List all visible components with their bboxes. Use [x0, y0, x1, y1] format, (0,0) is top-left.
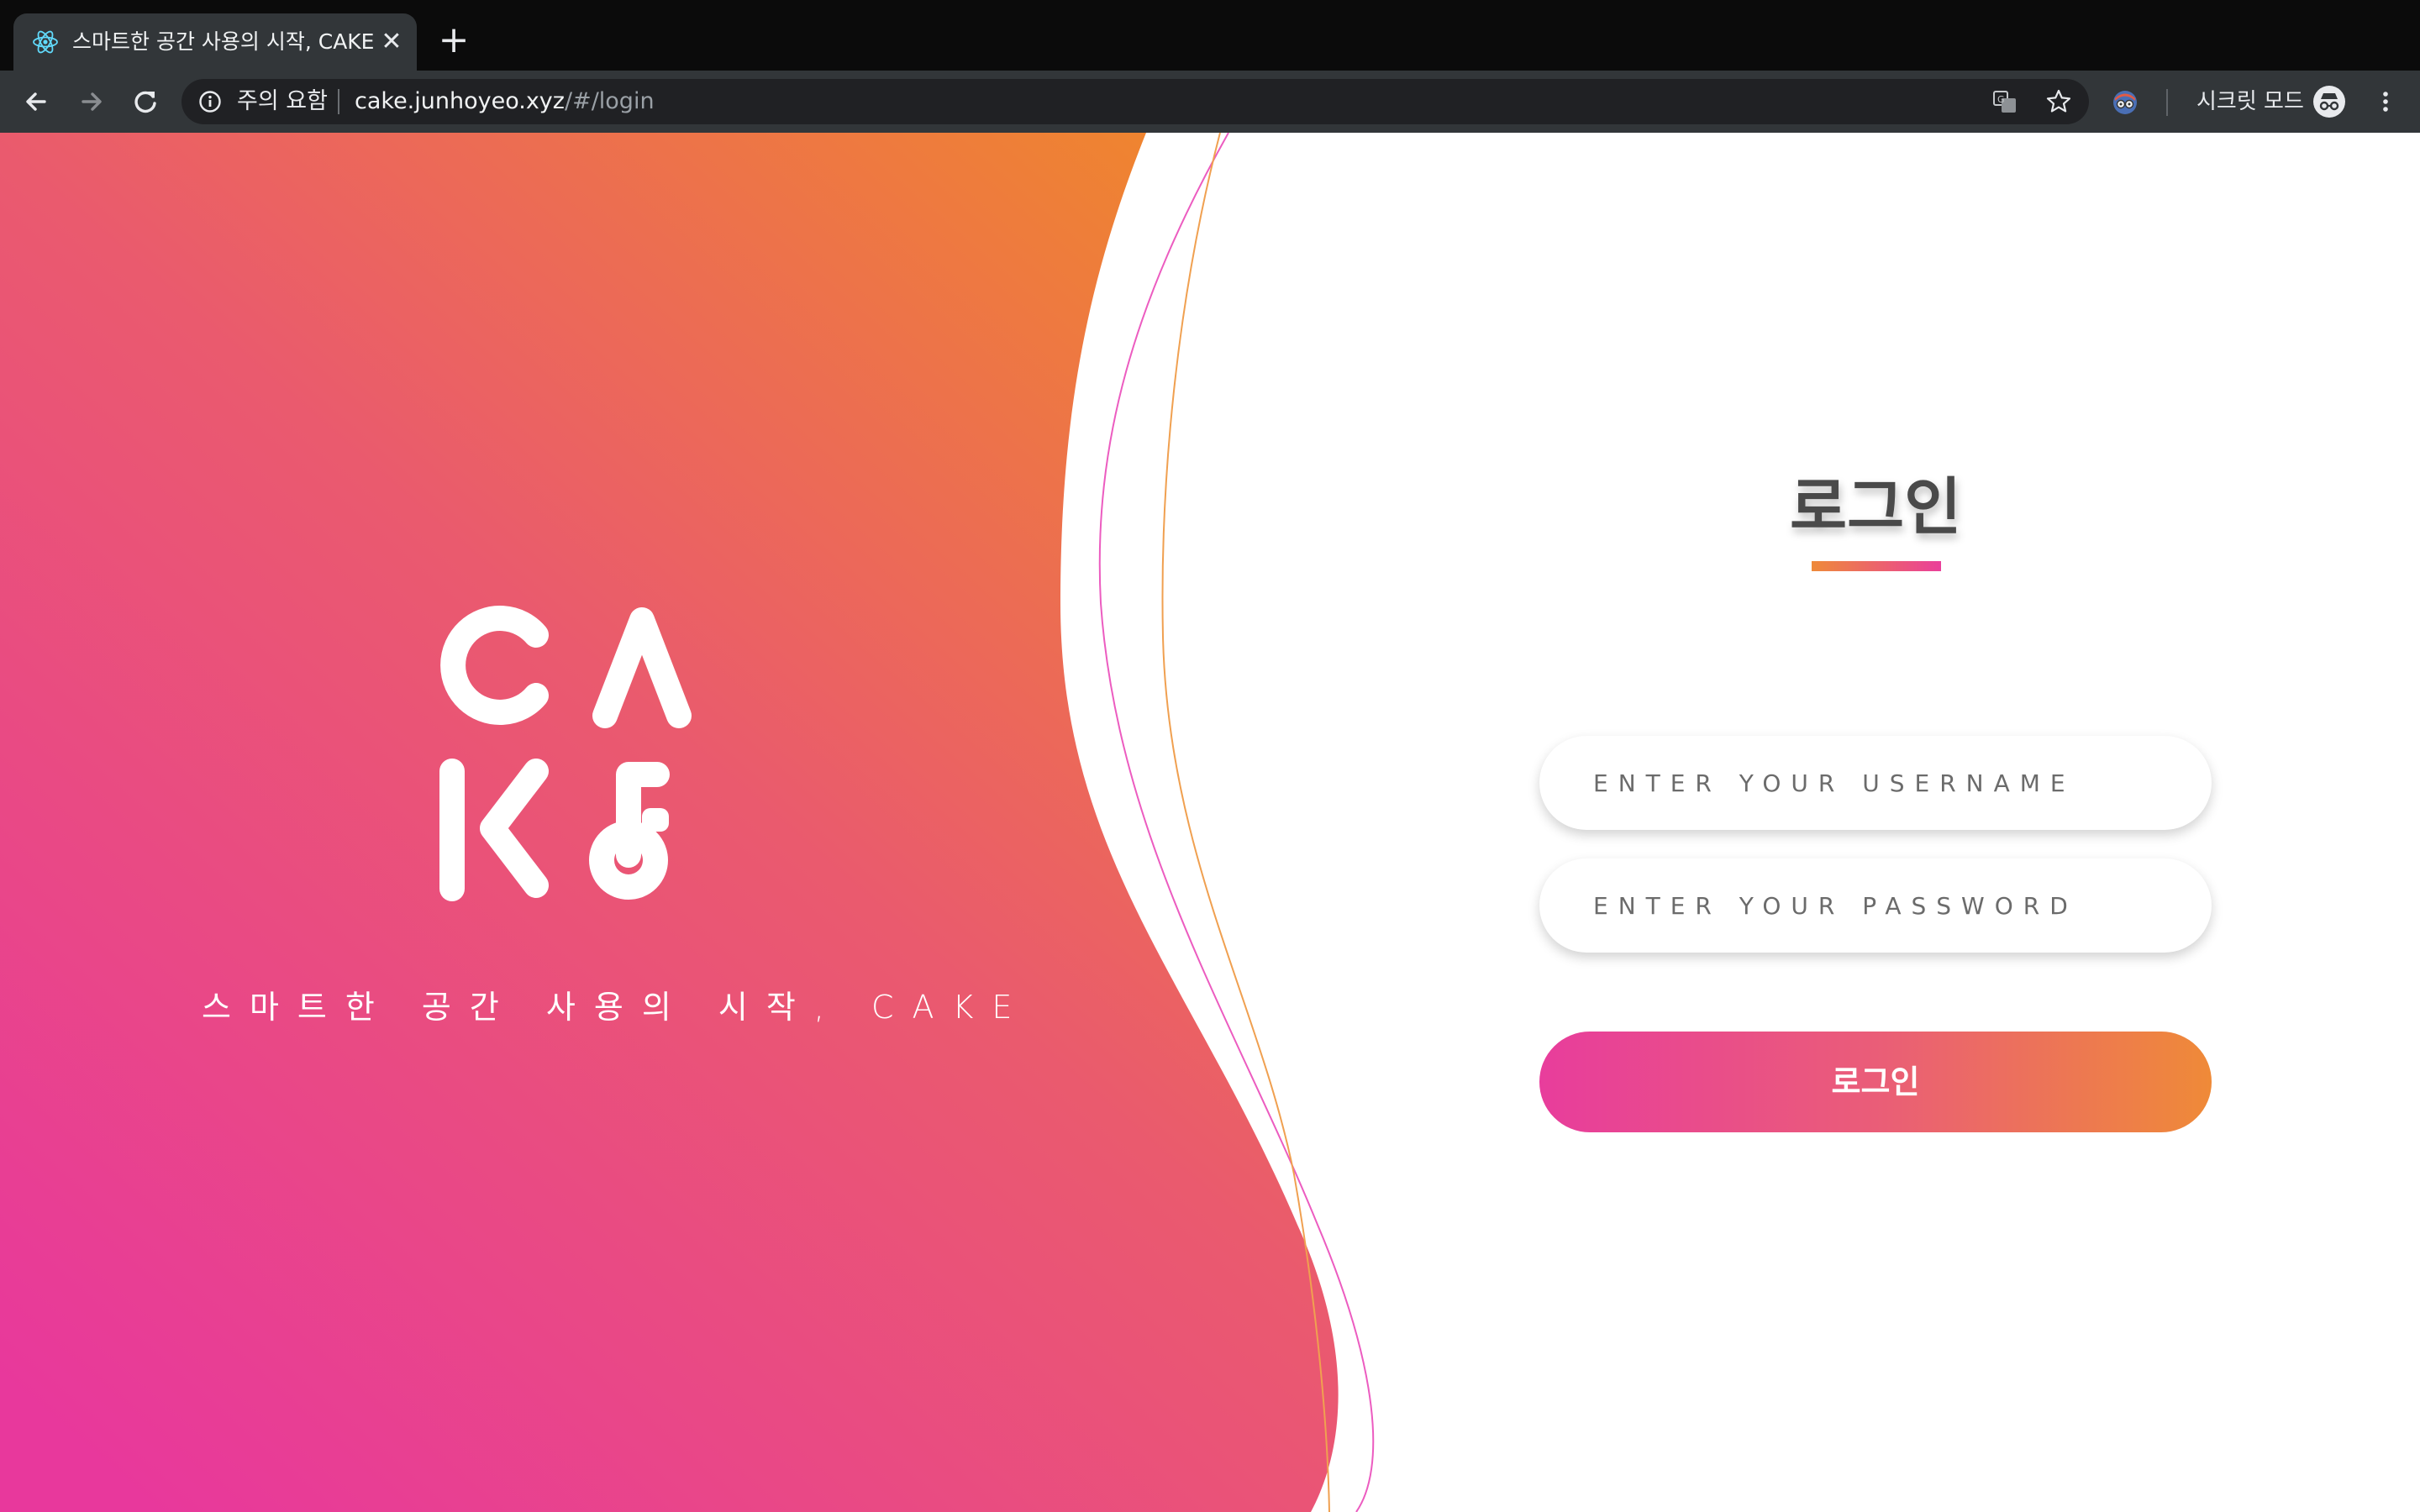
tagline: 스마트한 공간 사용의 시작, CAKE [202, 989, 1031, 1026]
back-icon[interactable] [17, 82, 55, 121]
menu-icon[interactable] [2371, 87, 2400, 116]
toolbar-divider [2166, 89, 2168, 116]
address-bar[interactable]: 주의 요함 cake.junhoyeo.xyz/#/login G [182, 79, 2089, 124]
cake-logo [439, 606, 692, 901]
title-underline [1812, 561, 1941, 571]
info-icon[interactable] [198, 90, 222, 113]
react-atom-icon [33, 30, 58, 54]
hero-gradient-wave [0, 133, 1375, 1512]
url-host: cake.junhoyeo.xyz [355, 88, 565, 114]
url-text[interactable]: cake.junhoyeo.xyz/#/login [355, 79, 655, 124]
login-page: 스마트한 공간 사용의 시작, CAKE 로그인 로그인 [0, 133, 2420, 1512]
browser-tab[interactable]: 스마트한 공간 사용의 시작, CAKE ✕ [13, 13, 417, 71]
username-input[interactable] [1539, 736, 2212, 830]
new-tab-button[interactable]: + [437, 22, 471, 59]
incognito-icon[interactable] [2312, 85, 2346, 118]
forward-icon[interactable] [72, 82, 111, 121]
password-input[interactable] [1539, 858, 2212, 953]
star-icon[interactable] [2045, 88, 2072, 115]
security-status-label[interactable]: 주의 요함 [237, 79, 328, 124]
translate-icon[interactable]: G [1991, 88, 2018, 115]
svg-text:G: G [1997, 94, 2005, 105]
reload-icon[interactable] [126, 82, 165, 121]
incognito-label[interactable]: 시크릿 모드 [2196, 71, 2304, 133]
extension-icon[interactable] [2111, 88, 2139, 117]
login-button[interactable]: 로그인 [1539, 1032, 2212, 1132]
browser-toolbar: 주의 요함 cake.junhoyeo.xyz/#/login G 시크릿 모드 [0, 71, 2420, 133]
close-tab-icon[interactable]: ✕ [378, 29, 405, 55]
tab-strip: 스마트한 공간 사용의 시작, CAKE ✕ + [0, 0, 2420, 71]
tab-title: 스마트한 공간 사용의 시작, CAKE [72, 29, 375, 54]
login-title: 로그인 [1790, 471, 1962, 543]
url-path: /#/login [564, 88, 655, 114]
omnibox-divider [338, 89, 339, 114]
